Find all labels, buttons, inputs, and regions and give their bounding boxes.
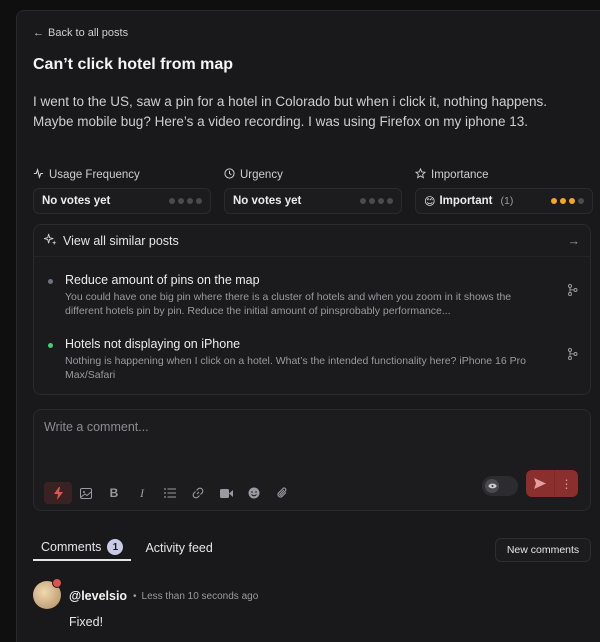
bold-icon[interactable]: B bbox=[100, 482, 128, 504]
vote-value: No votes yet bbox=[233, 195, 302, 207]
vote-value: Important bbox=[439, 195, 493, 207]
urgency-label: Urgency bbox=[224, 168, 283, 182]
formatting-toolbar: B I bbox=[44, 482, 296, 504]
smile-emoji-icon: 😊 bbox=[424, 195, 436, 208]
send-button[interactable]: ⋮ bbox=[526, 470, 578, 497]
italic-icon[interactable]: I bbox=[128, 482, 156, 504]
comment-count-badge: 1 bbox=[107, 539, 124, 555]
comment-composer[interactable]: Write a comment... B I ⋮ bbox=[33, 409, 591, 511]
vote-count: (1) bbox=[500, 195, 514, 207]
merge-icon[interactable] bbox=[567, 347, 578, 365]
back-link-label: Back to all posts bbox=[48, 27, 129, 39]
more-options-icon[interactable]: ⋮ bbox=[554, 470, 578, 497]
bullet-separator: • bbox=[133, 591, 137, 602]
back-link[interactable]: ← Back to all posts bbox=[33, 27, 128, 39]
visibility-toggle[interactable] bbox=[482, 476, 518, 496]
similar-post-description: Nothing is happening when I click on a h… bbox=[65, 355, 526, 381]
similar-posts-header: View all similar posts bbox=[63, 233, 179, 248]
comment-author[interactable]: @levelsio bbox=[69, 589, 127, 603]
comment-timestamp: • Less than 10 seconds ago bbox=[133, 591, 259, 602]
status-dot bbox=[48, 279, 53, 284]
importance-label: Importance bbox=[414, 167, 489, 182]
verified-badge-icon bbox=[52, 578, 62, 588]
urgency-vote[interactable]: No votes yet bbox=[224, 188, 402, 214]
send-icon bbox=[526, 478, 554, 489]
post-panel: ← Back to all posts Can’t click hotel fr… bbox=[16, 10, 600, 642]
sparkles-icon bbox=[43, 233, 57, 249]
tab-label: Activity feed bbox=[145, 541, 213, 555]
similar-posts-card: View all similar posts → Reduce amount o… bbox=[33, 224, 591, 395]
tab-comments[interactable]: Comments 1 bbox=[33, 535, 132, 561]
arrow-left-icon: ← bbox=[33, 27, 44, 39]
post-title: Can’t click hotel from map bbox=[33, 56, 234, 73]
usage-frequency-label: Usage Frequency bbox=[33, 167, 140, 182]
similar-post-title: Reduce amount of pins on the map bbox=[65, 273, 260, 287]
paperclip-icon[interactable] bbox=[268, 482, 296, 504]
merge-icon[interactable] bbox=[567, 283, 578, 301]
activity-icon bbox=[33, 167, 44, 182]
emoji-icon[interactable] bbox=[240, 482, 268, 504]
view-similar-posts-button[interactable]: View all similar posts → bbox=[34, 225, 590, 257]
tab-label: Comments bbox=[41, 540, 102, 554]
comment-input[interactable]: Write a comment... bbox=[44, 420, 149, 434]
importance-vote[interactable]: 😊 Important (1) bbox=[415, 188, 593, 214]
eye-icon bbox=[485, 479, 499, 493]
vote-level-dots bbox=[169, 198, 202, 204]
avatar[interactable] bbox=[33, 578, 62, 609]
comment-tabs: Comments 1 Activity feed bbox=[33, 535, 221, 561]
link-icon[interactable] bbox=[184, 482, 212, 504]
post-description: I went to the US, saw a pin for a hotel … bbox=[33, 94, 548, 129]
clock-icon bbox=[224, 168, 235, 182]
usage-frequency-vote[interactable]: No votes yet bbox=[33, 188, 211, 214]
vote-value: No votes yet bbox=[42, 195, 111, 207]
image-icon[interactable] bbox=[72, 482, 100, 504]
similar-post-description: You could have one big pin where there i… bbox=[65, 291, 512, 317]
status-dot bbox=[48, 343, 53, 348]
arrow-right-icon: → bbox=[567, 233, 581, 248]
lightning-icon[interactable] bbox=[44, 482, 72, 504]
comment-text: Fixed! bbox=[69, 615, 104, 629]
star-icon bbox=[414, 167, 427, 182]
list-icon[interactable] bbox=[156, 482, 184, 504]
similar-post-title: Hotels not displaying on iPhone bbox=[65, 337, 241, 351]
video-icon[interactable] bbox=[212, 482, 240, 504]
new-comments-button[interactable]: New comments bbox=[495, 538, 591, 562]
tab-activity-feed[interactable]: Activity feed bbox=[137, 535, 220, 561]
vote-level-dots bbox=[551, 198, 584, 204]
vote-level-dots bbox=[360, 198, 393, 204]
